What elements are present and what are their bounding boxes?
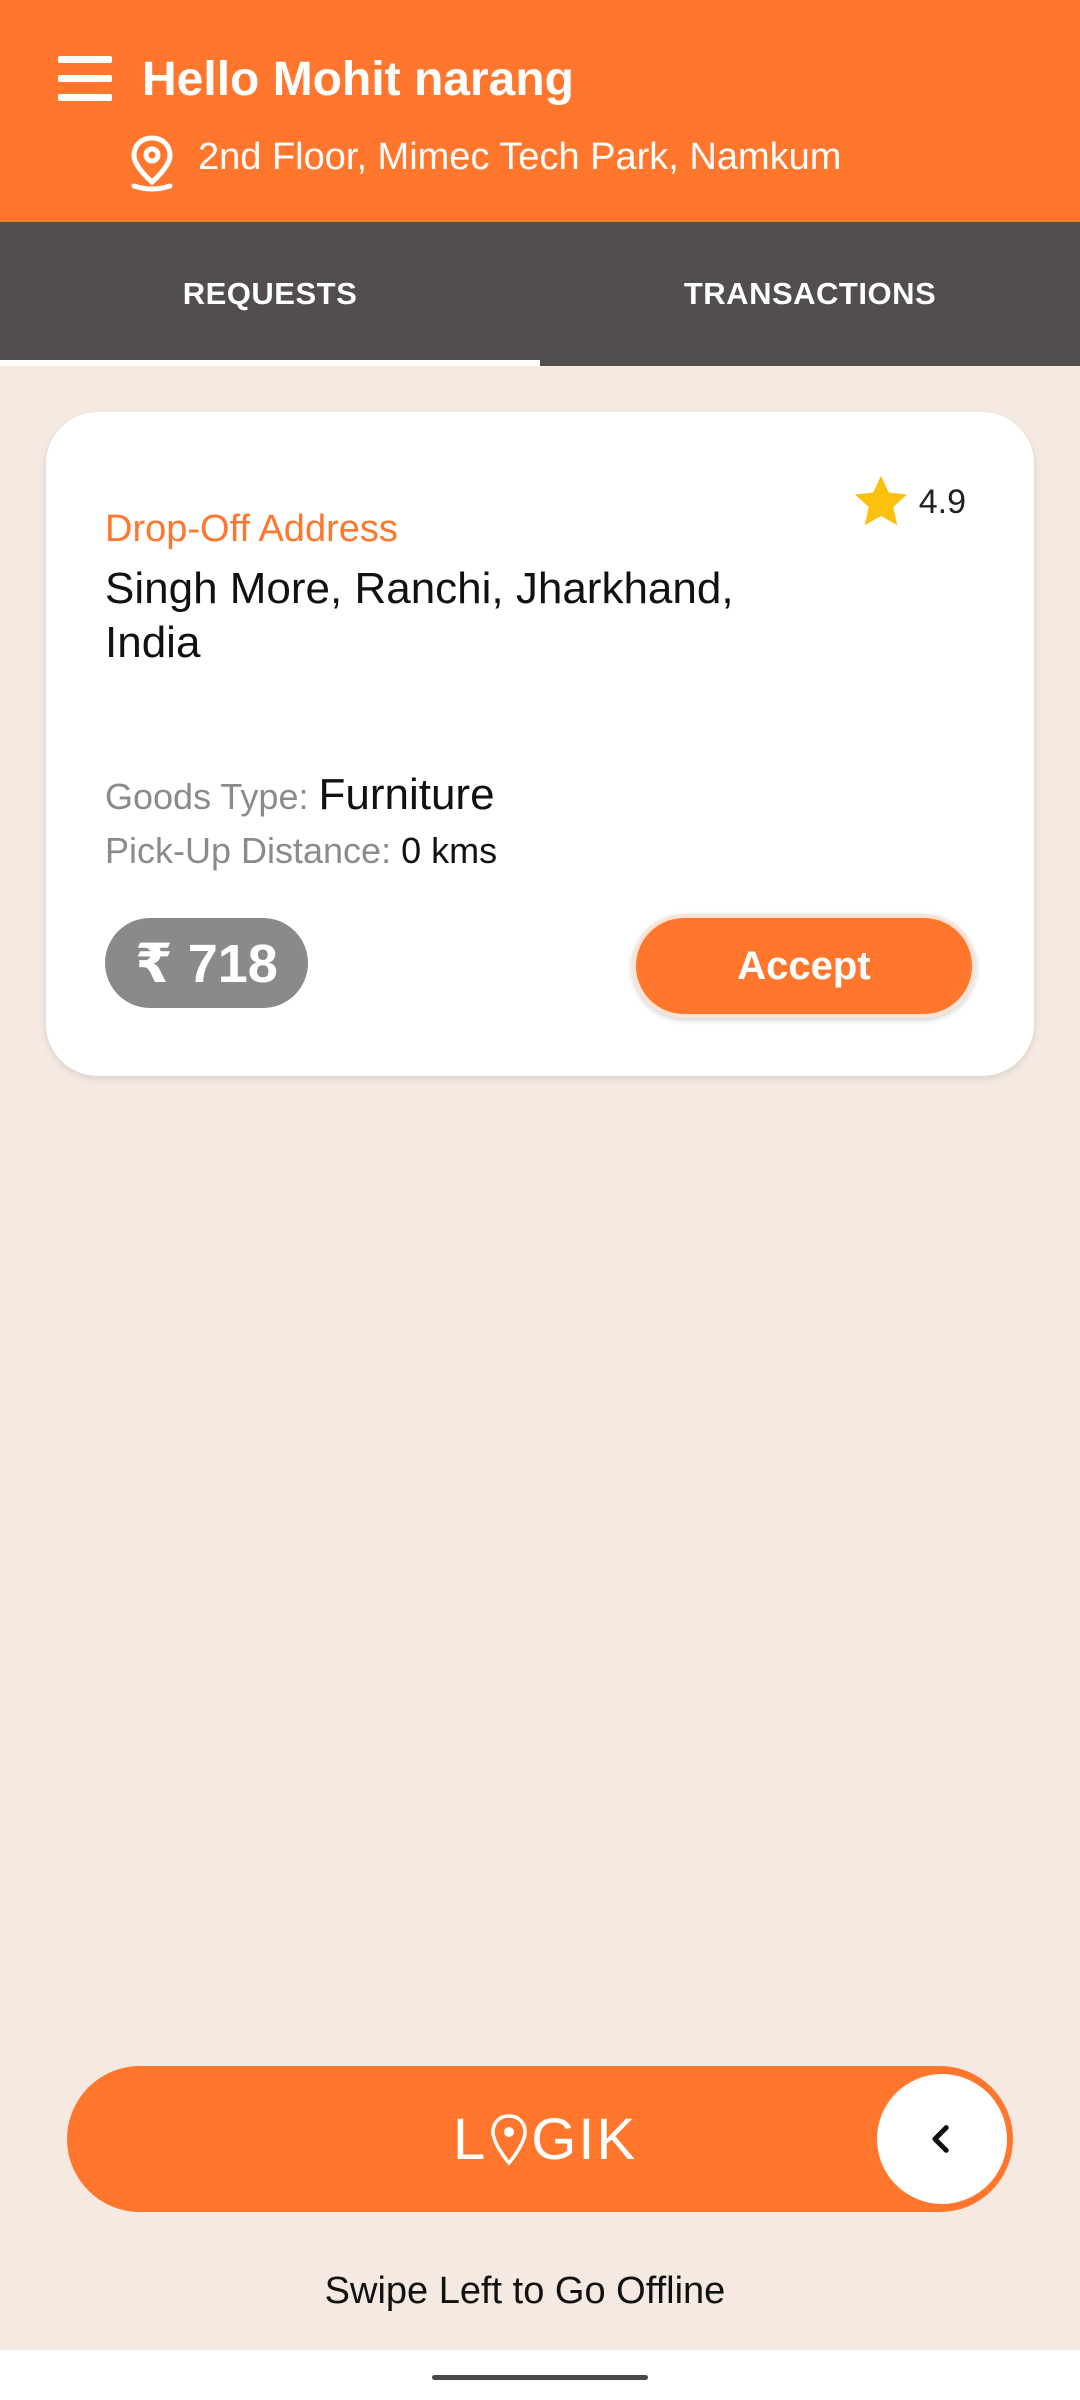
accept-button[interactable]: Accept [632, 914, 976, 1018]
pickup-distance-label: Pick-Up Distance: [105, 830, 392, 871]
tab-transactions[interactable]: TRANSACTIONS [540, 222, 1080, 366]
go-offline-swipe-slider[interactable]: L GIK [67, 2066, 1013, 2212]
tab-bar: REQUESTS TRANSACTIONS [0, 222, 1080, 366]
location-pin-icon [131, 135, 173, 192]
logo-text-right: GIK [531, 2107, 638, 2172]
request-card[interactable]: 4.9 Drop-Off Address Singh More, Ranchi,… [46, 412, 1034, 1076]
goods-type-value: Furniture [318, 770, 495, 819]
logo-pin-icon [491, 2113, 528, 2166]
pickup-distance-value: 0 kms [401, 830, 498, 871]
customer-rating: 4.9 [851, 472, 966, 532]
home-indicator[interactable] [432, 2375, 648, 2380]
rating-value: 4.9 [918, 482, 966, 521]
price-badge: ₹ 718 [105, 918, 308, 1008]
swipe-handle[interactable] [877, 2074, 1007, 2204]
goods-type: Goods Type: Furniture [105, 770, 495, 820]
menu-icon[interactable] [58, 56, 112, 102]
chevron-left-icon [932, 2125, 949, 2153]
logo-text-left: L [453, 2107, 488, 2172]
drop-off-label: Drop-Off Address [105, 508, 398, 550]
swipe-hint-text: Swipe Left to Go Offline [324, 2270, 726, 2312]
current-location[interactable]: 2nd Floor, Mimec Tech Park, Namkum [198, 136, 841, 179]
tab-requests[interactable]: REQUESTS [0, 222, 540, 366]
logik-logo: L GIK [453, 2106, 637, 2173]
app-header: Hello Mohit narang 2nd Floor, Mimec Tech… [0, 0, 1080, 222]
goods-type-label: Goods Type: [105, 776, 309, 817]
drop-off-address: Singh More, Ranchi, Jharkhand, India [105, 564, 734, 667]
greeting-title: Hello Mohit narang [142, 53, 574, 106]
star-icon [854, 475, 907, 526]
pickup-distance: Pick-Up Distance: 0 kms [105, 830, 497, 872]
